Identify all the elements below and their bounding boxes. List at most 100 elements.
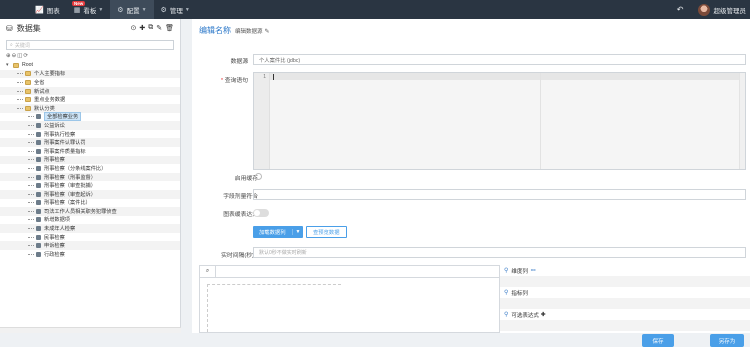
dataset-icon	[36, 174, 41, 180]
text-cursor	[273, 74, 274, 80]
dataset-icon	[36, 157, 41, 163]
drop-area[interactable]	[207, 284, 341, 332]
tree-node[interactable]: 新试点	[0, 86, 180, 96]
add-level-icon[interactable]: ⚯	[531, 268, 536, 274]
nav-label: 配置	[126, 7, 140, 15]
sql-editor[interactable]: 1	[253, 72, 746, 170]
tree-node[interactable]: 刑事案件认罪认罚	[0, 138, 180, 147]
tree-node[interactable]: ▾ Root	[0, 61, 180, 70]
tree-node[interactable]: 全省	[0, 78, 180, 87]
tree-node[interactable]: 公益诉讼	[0, 121, 180, 130]
tree-connector	[28, 219, 34, 221]
field-row-label: 可选表达式	[511, 312, 539, 319]
tree-node-label: 刑事案件认罪认罚	[44, 140, 86, 147]
cache-radio[interactable]	[255, 173, 262, 180]
dataset-icon	[36, 226, 41, 232]
tree-node[interactable]: 申诉检察	[0, 241, 180, 251]
dataset-icon	[36, 114, 41, 120]
copy-icon[interactable]: ⧉	[148, 24, 153, 32]
chevron-down-icon[interactable]: ▼	[291, 229, 304, 235]
edit-name[interactable]: 编辑名称	[199, 25, 231, 36]
tree-connector	[28, 245, 34, 247]
nav-item-dashboard[interactable]: ▦ 看板 ▼	[67, 0, 111, 19]
tree-connector	[17, 81, 23, 83]
tree-node[interactable]: 刑事检察	[0, 155, 180, 165]
field-row[interactable]: ⚲ 维度列 ⚯	[500, 265, 750, 276]
field-row	[500, 276, 750, 287]
dataset-icon	[36, 251, 41, 257]
edit-icon[interactable]: ✎	[156, 24, 162, 32]
tree-connector	[28, 185, 34, 187]
tree-node[interactable]: 行政检察	[0, 250, 180, 259]
panel-title: 数据集	[16, 23, 41, 33]
field-row-label: 指标列	[511, 290, 528, 297]
interval-input[interactable]: 默认0秒不做实时刷新	[253, 247, 746, 258]
active-line	[270, 73, 745, 80]
folder-icon	[25, 105, 31, 111]
save-as-button[interactable]: 另存为	[710, 334, 744, 347]
column-list	[200, 278, 499, 334]
search-icon: ⌕	[10, 42, 13, 48]
username[interactable]: 超级管理员	[714, 5, 747, 15]
horizontal-scrollbar[interactable]	[0, 327, 181, 333]
tree-node[interactable]: 刑事检察（审查批捕）	[0, 181, 180, 190]
tree-node[interactable]: 刑事检察（审查起诉）	[0, 189, 180, 199]
tree-node[interactable]: 个人主要指标	[0, 69, 180, 79]
avatar[interactable]	[697, 3, 710, 16]
dataset-icon	[36, 148, 41, 154]
separator-input[interactable]	[253, 189, 746, 200]
top-nav: 📈 图表 New ▦ 看板 ▼ ⚙ 配置 ▼ ⚙ 管理 ▼ ↶ 超级管理员	[0, 0, 750, 19]
tree-node[interactable]: 全部检察业务	[0, 112, 180, 122]
add-icon[interactable]: ✚	[541, 312, 546, 318]
field-row[interactable]: ⚲ 可选表达式 ✚	[500, 309, 750, 320]
column-search[interactable]: ⌕	[200, 266, 499, 278]
tree-node[interactable]: 新增数据项	[0, 216, 180, 225]
tree-toolbar[interactable]: ⊕⊖◫⟳	[0, 50, 180, 59]
search-icon[interactable]: ⌕	[200, 266, 216, 277]
tree-connector	[28, 167, 34, 169]
dataset-icon	[36, 131, 41, 137]
tree-node[interactable]: 司法工作人员相关职务犯罪侦查	[0, 207, 180, 216]
tree-node-label: 民事检察	[44, 234, 65, 241]
tree-node-label: 默认分类	[34, 105, 55, 112]
expression-toggle[interactable]	[253, 209, 269, 217]
save-button[interactable]: 保存	[642, 334, 674, 347]
editor-scrollbar[interactable]	[739, 73, 745, 169]
expression-label: 图表缓表达式	[223, 212, 258, 218]
target-icon[interactable]: ⊙	[130, 24, 136, 32]
tree-node[interactable]: 刑事执行检察	[0, 130, 180, 139]
tree-node[interactable]: 刑事检察（刑事监督）	[0, 172, 180, 182]
tree-node[interactable]: 刑事案件质量指标	[0, 147, 180, 156]
config-icon: ⚙	[117, 6, 124, 14]
tree-node-label: 公益诉讼	[44, 122, 65, 129]
dataset-icon	[36, 243, 41, 249]
edit-icon[interactable]: ✎	[265, 28, 270, 35]
add-icon[interactable]: ✚	[139, 24, 145, 32]
undo-icon[interactable]: ↶	[677, 5, 684, 14]
datasource-value: 个人案件比 (jdbc)	[259, 57, 301, 64]
tree-node-label: 刑事检察（审查起诉）	[44, 191, 96, 198]
preview-button[interactable]: 查预览数据	[306, 226, 347, 238]
tree-node-label: 刑事检察（分条线案件比）	[44, 165, 107, 172]
tree-node[interactable]: 重点业务数据	[0, 95, 180, 104]
tree-connector	[17, 73, 23, 75]
load-columns-button[interactable]: 加载数据列 ▼	[253, 226, 304, 238]
tree-node[interactable]: 刑事检察（分条线案件比）	[0, 164, 180, 173]
chevron-down-icon: ▼	[184, 6, 190, 13]
tree-node[interactable]: 民事检察	[0, 233, 180, 242]
nav-item-charts[interactable]: 📈 图表 New	[28, 0, 86, 19]
dataset-tree: ▾ Root 个人主要指标 全省 新试点 重点业务数据 默认分类 全部检察业务 公益诉讼 刑事执行…	[0, 61, 180, 259]
delete-icon[interactable]: 🗑	[165, 24, 174, 32]
tree-node[interactable]: 未成年人检察	[0, 224, 180, 233]
field-row[interactable]: ⚲ 指标列	[500, 287, 750, 298]
tree-search[interactable]: ⌕ 关键词	[6, 40, 174, 50]
tree-node[interactable]: 默认分类	[0, 103, 180, 113]
edit-source[interactable]: 编辑数据源	[235, 27, 263, 35]
nav-item-config[interactable]: ⚙ 配置 ▼	[110, 0, 154, 19]
tree-node-label: 未成年人检察	[44, 226, 76, 233]
tree-node[interactable]: 刑事检察（案件比）	[0, 199, 180, 208]
datasource-select[interactable]: 个人案件比 (jdbc)	[253, 54, 746, 65]
nav-item-manage[interactable]: ⚙ 管理 ▼	[154, 0, 197, 19]
expand-icon[interactable]: ▾	[6, 62, 11, 68]
dataset-icon	[36, 234, 41, 240]
